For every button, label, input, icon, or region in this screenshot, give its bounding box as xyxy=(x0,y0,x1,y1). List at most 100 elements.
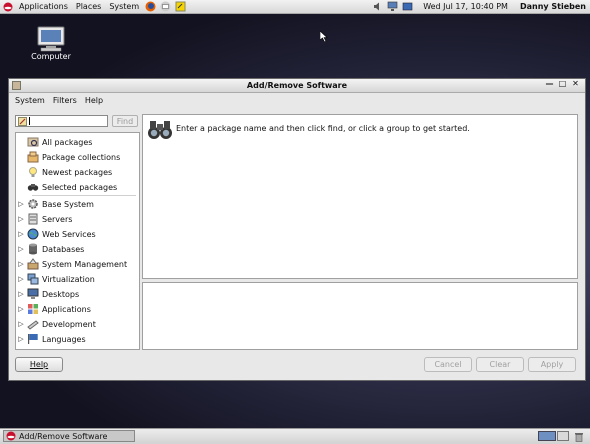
group-web-services[interactable]: ▷ Web Services xyxy=(16,227,96,241)
group-label: System Management xyxy=(42,259,128,269)
network-icon[interactable] xyxy=(387,1,398,12)
email-client-icon[interactable] xyxy=(160,1,171,12)
nav-item-label: Package collections xyxy=(42,152,121,162)
group-label: Applications xyxy=(42,304,91,314)
expander-arrow-icon[interactable]: ▷ xyxy=(16,305,26,313)
help-button-label: Help xyxy=(29,360,49,369)
list-divider xyxy=(32,195,136,196)
group-development[interactable]: ▷ Development xyxy=(16,317,96,331)
development-icon xyxy=(26,318,39,331)
group-label: Desktops xyxy=(42,289,80,299)
expander-arrow-icon[interactable]: ▷ xyxy=(16,335,26,343)
expander-arrow-icon[interactable]: ▷ xyxy=(16,215,26,223)
close-button[interactable]: ✕ xyxy=(569,79,582,88)
taskbar-window-label: Add/Remove Software xyxy=(19,431,108,441)
hint-text: Enter a package name and then click find… xyxy=(176,124,470,133)
user-menu[interactable]: Danny Stieben xyxy=(512,2,590,11)
group-applications[interactable]: ▷ Applications xyxy=(16,302,91,316)
maximize-button[interactable]: □ xyxy=(556,79,569,88)
trash-icon[interactable] xyxy=(574,431,584,444)
selected-packages-icon xyxy=(26,181,39,194)
package-collections-icon xyxy=(26,151,39,164)
web-services-icon xyxy=(26,228,39,241)
computer-label: Computer xyxy=(31,52,71,61)
expander-arrow-icon[interactable]: ▷ xyxy=(16,260,26,268)
group-label: Base System xyxy=(42,199,94,209)
find-button[interactable]: Find xyxy=(112,115,138,127)
clock[interactable]: Wed Jul 17, 10:40 PM xyxy=(415,2,512,11)
group-virtualization[interactable]: ▷ Virtualization xyxy=(16,272,95,286)
help-button[interactable]: Help xyxy=(15,357,63,372)
group-desktops[interactable]: ▷ Desktops xyxy=(16,287,79,301)
virtualization-icon xyxy=(26,273,39,286)
group-label: Web Services xyxy=(42,229,96,239)
desktop-computer-icon[interactable]: Computer xyxy=(28,26,74,61)
nav-item-label: Newest packages xyxy=(42,167,113,177)
group-label: Virtualization xyxy=(42,274,95,284)
applications-icon xyxy=(26,303,39,316)
places-menu[interactable]: Places xyxy=(72,2,105,11)
mouse-pointer-icon xyxy=(319,30,328,44)
system-menu[interactable]: System xyxy=(105,2,143,11)
redhat-logo-icon[interactable] xyxy=(2,1,13,12)
minimize-button[interactable]: — xyxy=(543,79,556,88)
desktops-icon xyxy=(26,288,39,301)
firefox-icon[interactable] xyxy=(145,1,156,12)
apply-button[interactable]: Apply xyxy=(528,357,576,372)
group-label: Servers xyxy=(42,214,73,224)
group-label: Databases xyxy=(42,244,85,254)
system-management-icon xyxy=(26,258,39,271)
nav-item-label: Selected packages xyxy=(42,182,118,192)
workspace-2[interactable] xyxy=(557,431,569,441)
group-label: Development xyxy=(42,319,96,329)
group-system-management[interactable]: ▷ System Management xyxy=(16,257,127,271)
bottom-panel: Add/Remove Software xyxy=(0,428,590,444)
package-results-panel[interactable]: Enter a package name and then click find… xyxy=(142,114,578,279)
computer-icon xyxy=(37,26,65,52)
servers-icon xyxy=(26,213,39,226)
window-title: Add/Remove Software xyxy=(246,81,348,90)
all-packages-icon xyxy=(26,136,39,149)
expander-arrow-icon[interactable]: ▷ xyxy=(16,275,26,283)
nav-item-newest-packages[interactable]: Newest packages xyxy=(16,165,112,179)
text-caret xyxy=(29,117,30,125)
group-databases[interactable]: ▷ Databases xyxy=(16,242,84,256)
add-remove-software-window: Add/Remove Software — □ ✕ System Filters… xyxy=(8,78,586,381)
top-panel: Applications Places System Wed Jul 17, 1… xyxy=(0,0,590,14)
applications-menu[interactable]: Applications xyxy=(15,2,72,11)
group-base-system[interactable]: ▷ Base System xyxy=(16,197,94,211)
taskbar-window-button[interactable]: Add/Remove Software xyxy=(3,430,135,442)
databases-icon xyxy=(26,243,39,256)
clear-button[interactable]: Clear xyxy=(476,357,524,372)
nav-item-selected-packages[interactable]: Selected packages xyxy=(16,180,117,194)
expander-arrow-icon[interactable]: ▷ xyxy=(16,200,26,208)
expander-arrow-icon[interactable]: ▷ xyxy=(16,245,26,253)
window-menubar: System Filters Help xyxy=(9,93,585,107)
search-edit-icon xyxy=(18,117,27,128)
notes-icon[interactable] xyxy=(175,1,186,12)
group-servers[interactable]: ▷ Servers xyxy=(16,212,72,226)
redhat-task-icon xyxy=(6,431,16,441)
expander-arrow-icon[interactable]: ▷ xyxy=(16,320,26,328)
binoculars-icon xyxy=(147,117,173,143)
base-system-icon xyxy=(26,198,39,211)
search-bar: Find xyxy=(15,114,140,132)
expander-arrow-icon[interactable]: ▷ xyxy=(16,290,26,298)
group-label: Languages xyxy=(42,334,86,344)
search-input[interactable] xyxy=(15,115,108,127)
cancel-button[interactable]: Cancel xyxy=(424,357,472,372)
group-list: All packages Package collections Newest … xyxy=(15,132,140,350)
volume-icon[interactable] xyxy=(372,1,383,12)
expander-arrow-icon[interactable]: ▷ xyxy=(16,230,26,238)
workspace-1[interactable] xyxy=(538,431,556,441)
menu-filters[interactable]: Filters xyxy=(49,96,81,105)
window-menu-icon[interactable] xyxy=(12,81,21,92)
updates-icon[interactable] xyxy=(402,1,413,12)
nav-item-package-collections[interactable]: Package collections xyxy=(16,150,120,164)
nav-item-all-packages[interactable]: All packages xyxy=(16,135,92,149)
window-titlebar[interactable]: Add/Remove Software — □ ✕ xyxy=(9,79,585,93)
newest-packages-icon xyxy=(26,166,39,179)
menu-help[interactable]: Help xyxy=(81,96,107,105)
menu-system[interactable]: System xyxy=(11,96,49,105)
group-languages[interactable]: ▷ Languages xyxy=(16,332,86,346)
